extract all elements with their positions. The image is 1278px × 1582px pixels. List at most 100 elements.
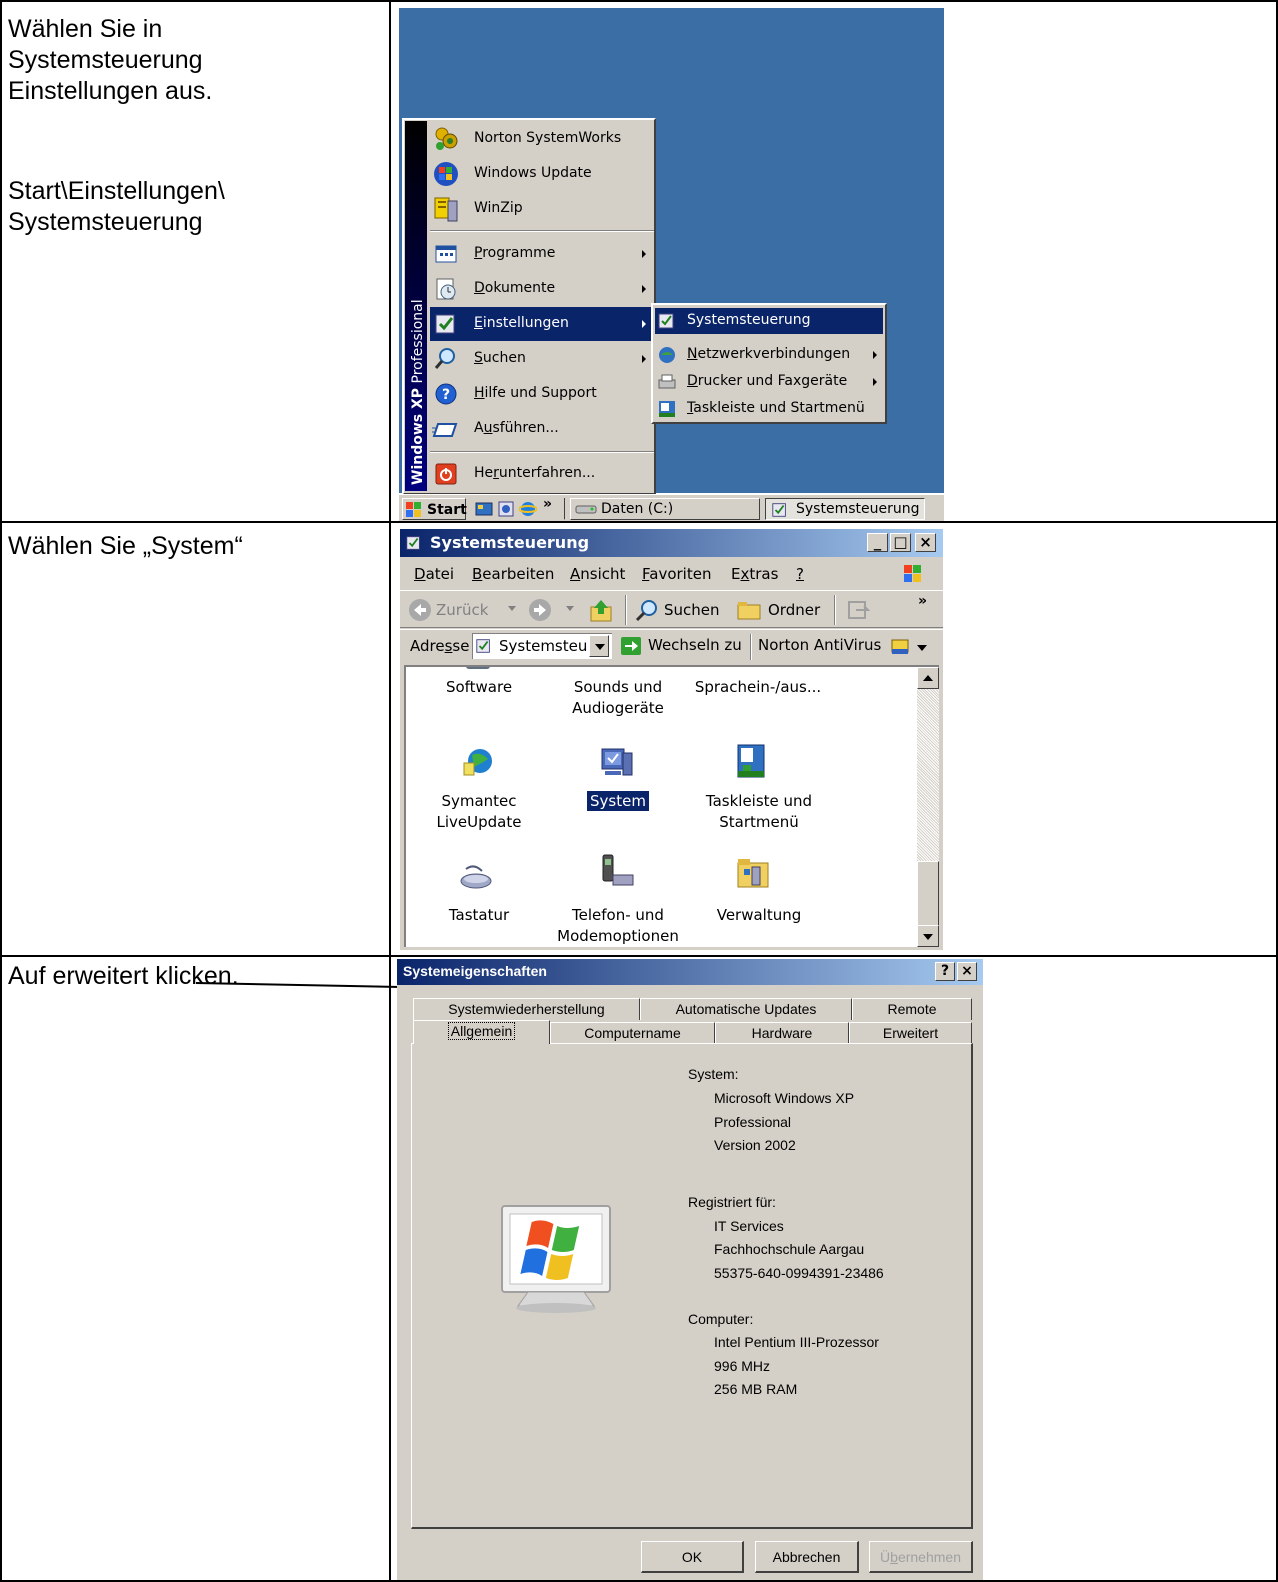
quicklaunch-overflow[interactable]: » xyxy=(543,496,552,512)
apply-button[interactable]: Übernehmen xyxy=(869,1541,973,1573)
menu-help[interactable]: ? xyxy=(796,565,804,583)
menu-item-suchen[interactable]: Suchen xyxy=(430,342,654,376)
cp-item-software[interactable]: Software xyxy=(419,677,539,698)
programs-icon xyxy=(435,245,457,263)
help-button[interactable]: ? xyxy=(935,962,955,981)
shutdown-icon xyxy=(435,463,457,485)
menu-bar: Datei Bearbeiten Ansicht Favoriten Extra… xyxy=(400,559,943,589)
menu-item-programme[interactable]: Programme xyxy=(430,237,654,271)
menu-datei[interactable]: Datei xyxy=(414,565,454,583)
scroll-up-button[interactable] xyxy=(917,667,939,689)
step1-path-line: Start\Einstellungen\ xyxy=(8,177,225,205)
toolbar-overflow[interactable]: » xyxy=(918,593,927,609)
task-button-systemsteuerung[interactable]: Systemsteuerung xyxy=(765,498,925,520)
menu-ansicht[interactable]: Ansicht xyxy=(570,565,625,583)
start-button[interactable]: Start xyxy=(402,498,467,520)
tab-page-allgemein: System: Microsoft Windows XP Professiona… xyxy=(411,1043,973,1529)
menu-item-herunterfahren[interactable]: Herunterfahren... xyxy=(430,457,654,491)
menu-item-winzip[interactable]: WinZip xyxy=(430,192,654,226)
tab-remote[interactable]: Remote xyxy=(852,998,972,1020)
control-panel-titlebar[interactable]: Systemsteuerung _ □ × xyxy=(400,529,943,557)
quicklaunch-ie-icon[interactable] xyxy=(519,500,537,518)
submenu-arrow-icon xyxy=(642,320,646,328)
back-button[interactable]: Zurück xyxy=(408,597,518,623)
folder-up-icon[interactable] xyxy=(588,598,614,624)
close-button[interactable]: × xyxy=(915,533,936,552)
banner-bold-text: Windows XP xyxy=(410,387,426,485)
cancel-button[interactable]: Abbrechen xyxy=(755,1541,859,1573)
cp-item-label: Sounds und xyxy=(573,678,663,696)
cp-item-sounds[interactable]: Sounds und Audiogeräte xyxy=(558,677,678,719)
cp-item-phone-modem[interactable]: Telefon- und Modemoptionen xyxy=(553,905,683,947)
search-icon xyxy=(635,600,657,622)
cp-item-speech[interactable]: Sprachein-/aus... xyxy=(688,677,828,698)
quicklaunch-outlook-icon[interactable] xyxy=(497,500,515,518)
label-rest: earbeiten xyxy=(482,565,555,583)
tab-systemwiederherstellung[interactable]: Systemwiederherstellung xyxy=(413,998,640,1020)
control-panel-icon xyxy=(658,313,674,329)
dialog-titlebar[interactable]: Systemeigenschaften ? × xyxy=(397,959,983,985)
address-dropdown-button[interactable] xyxy=(589,635,609,657)
submenu-item-netzwerkverbindungen[interactable]: Netzwerkverbindungen xyxy=(655,342,883,368)
tab-automatische-updates[interactable]: Automatische Updates xyxy=(640,998,852,1020)
system-label: System: xyxy=(688,1066,739,1082)
tab-erweitert[interactable]: Erweitert xyxy=(849,1022,972,1044)
norton-antivirus-label[interactable]: Norton AntiVirus xyxy=(758,636,881,654)
search-button[interactable]: Suchen xyxy=(634,597,726,623)
vertical-scrollbar[interactable] xyxy=(917,667,939,947)
cp-item-label: Taskleiste und xyxy=(705,792,813,810)
forward-button[interactable] xyxy=(528,597,574,623)
menu-item-dokumente[interactable]: Dokumente xyxy=(430,272,654,306)
step1-instruction: Wählen Sie in Systemsteuerung Einstellun… xyxy=(8,14,212,107)
menu-item-ausfuehren[interactable]: Ausführen... xyxy=(430,412,654,446)
cp-item-admin-tools[interactable]: Verwaltung xyxy=(694,905,824,926)
ok-button[interactable]: OK xyxy=(641,1541,744,1573)
menu-item-norton-systemworks[interactable]: Norton SystemWorks xyxy=(430,122,654,156)
menu-item-label: Dokumente xyxy=(474,280,555,296)
cp-item-taskbar[interactable]: Taskleiste und Startmenü xyxy=(694,791,824,833)
scroll-thumb[interactable] xyxy=(917,861,939,927)
tab-hardware[interactable]: Hardware xyxy=(715,1022,849,1044)
cp-item-label: Startmenü xyxy=(719,813,799,831)
menu-favoriten[interactable]: Favoriten xyxy=(642,565,711,583)
minimize-button[interactable]: _ xyxy=(867,533,888,552)
folder-sync-icon[interactable] xyxy=(846,598,872,622)
tab-allgemein[interactable]: Allgemein xyxy=(413,1020,550,1044)
label-rest: se xyxy=(452,637,470,655)
cp-item-system[interactable]: System xyxy=(558,790,678,812)
menu-item-label: Windows Update xyxy=(474,165,592,181)
accel-letter: D xyxy=(474,280,485,296)
menu-extras[interactable]: Extras xyxy=(731,565,778,583)
close-button[interactable]: × xyxy=(957,962,977,981)
label-prefix: Ü xyxy=(880,1549,891,1565)
folders-button[interactable]: Ordner xyxy=(736,597,826,623)
submenu-item-systemsteuerung[interactable]: Systemsteuerung xyxy=(655,308,883,334)
submenu-item-taskleiste-und-startmenue[interactable]: Taskleiste und Startmenü xyxy=(655,396,883,422)
menu-item-label: Einstellungen xyxy=(474,315,569,331)
go-button[interactable]: Wechseln zu xyxy=(618,633,748,659)
address-value: Systemsteu xyxy=(499,637,588,655)
start-menu-banner-text: Windows XP Professional xyxy=(410,265,426,485)
quicklaunch-desktop-icon[interactable] xyxy=(475,500,493,518)
task-button-daten[interactable]: Daten (C:) xyxy=(570,498,760,520)
cp-item-keyboard[interactable]: Tastatur xyxy=(419,905,539,926)
menu-bearbeiten[interactable]: Bearbeiten xyxy=(472,565,554,583)
maximize-button[interactable]: □ xyxy=(890,533,911,552)
windows-flag-icon xyxy=(904,565,921,582)
network-icon xyxy=(659,347,675,363)
chevron-down-icon[interactable] xyxy=(917,645,927,651)
scroll-down-button[interactable] xyxy=(917,925,939,947)
cp-item-label: Software xyxy=(445,678,513,696)
label-rest: etzwerkverbindungen xyxy=(697,346,851,362)
menu-item-hilfe-und-support[interactable]: ? Hilfe und Support xyxy=(430,377,654,411)
menu-item-einstellungen[interactable]: Einstellungen xyxy=(430,307,654,341)
address-input[interactable]: Systemsteu xyxy=(472,633,612,659)
cp-item-label: Tastatur xyxy=(448,906,510,924)
help-icon: ? xyxy=(435,383,457,405)
registered-line: Fachhochschule Aargau xyxy=(714,1241,865,1257)
tab-computername[interactable]: Computername xyxy=(550,1022,715,1044)
cp-item-liveupdate[interactable]: Symantec LiveUpdate xyxy=(419,791,539,833)
menu-item-windows-update[interactable]: Windows Update xyxy=(430,157,654,191)
norton-antivirus-icon[interactable] xyxy=(891,638,909,656)
submenu-item-drucker-und-faxgeraete[interactable]: Drucker und Faxgeräte xyxy=(655,369,883,395)
